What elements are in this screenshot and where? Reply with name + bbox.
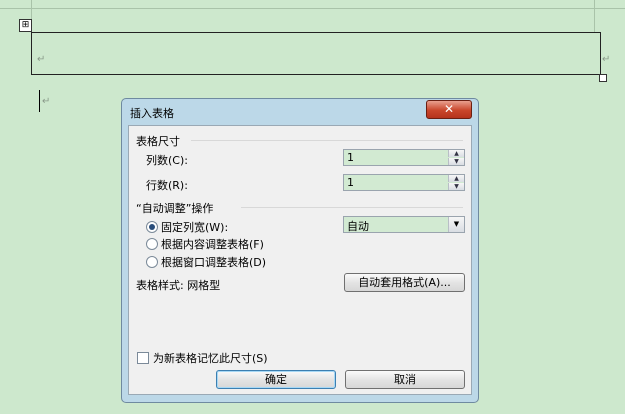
columns-value: 1 <box>347 151 354 164</box>
chevron-down-icon[interactable]: ▼ <box>448 217 464 232</box>
paragraph-mark: ↵ <box>37 54 46 65</box>
remember-size-checkbox[interactable] <box>137 352 149 364</box>
dialog-titlebar[interactable]: 插入表格 ✕ <box>122 99 478 123</box>
margin-guide-top <box>0 8 625 9</box>
paragraph-mark: ↵ <box>42 96 51 107</box>
fit-contents-radio[interactable] <box>146 238 158 250</box>
fit-window-radio[interactable] <box>146 256 158 268</box>
table-move-icon[interactable]: ⊞ <box>19 19 32 32</box>
text-cursor <box>39 90 40 112</box>
fixed-width-value: 自动 <box>347 220 369 233</box>
table-style-label: 表格样式: 网格型 <box>136 279 221 292</box>
fit-window-label[interactable]: 根据窗口调整表格(D) <box>161 254 266 270</box>
rows-spinner[interactable]: 1 ▲ ▼ <box>343 174 465 191</box>
size-group-divider <box>191 140 463 141</box>
autoformat-button[interactable]: 自动套用格式(A)... <box>344 273 465 292</box>
ok-button[interactable]: 确定 <box>216 370 336 389</box>
autofit-group-divider <box>241 207 463 208</box>
spin-down-icon[interactable]: ▼ <box>448 158 464 165</box>
fixed-width-combo[interactable]: 自动 ▼ <box>343 216 465 233</box>
cancel-button[interactable]: 取消 <box>345 370 465 389</box>
row-end-mark: ↵ <box>602 54 611 65</box>
columns-spinner[interactable]: 1 ▲ ▼ <box>343 149 465 166</box>
insert-table-dialog: 插入表格 ✕ 表格尺寸 列数(C): 1 ▲ ▼ 行数(R): 1 ▲ ▼ “自… <box>121 98 479 403</box>
document-table[interactable] <box>31 32 601 75</box>
dialog-title: 插入表格 <box>130 107 174 120</box>
fixed-width-radio[interactable] <box>146 221 158 233</box>
margin-guide-right <box>594 0 595 32</box>
spin-up-icon[interactable]: ▲ <box>448 175 464 182</box>
close-icon: ✕ <box>443 102 455 116</box>
columns-label: 列数(C): <box>146 154 188 167</box>
rows-label: 行数(R): <box>146 179 188 192</box>
dialog-body: 表格尺寸 列数(C): 1 ▲ ▼ 行数(R): 1 ▲ ▼ “自动调整”操作 … <box>128 125 472 395</box>
fixed-width-label[interactable]: 固定列宽(W): <box>161 219 228 235</box>
spin-down-icon[interactable]: ▼ <box>448 183 464 190</box>
spin-up-icon[interactable]: ▲ <box>448 150 464 157</box>
size-group-label: 表格尺寸 <box>136 135 180 148</box>
table-resize-handle[interactable] <box>599 74 607 82</box>
remember-size-label[interactable]: 为新表格记忆此尺寸(S) <box>153 350 268 366</box>
rows-value: 1 <box>347 176 354 189</box>
close-button[interactable]: ✕ <box>426 100 472 119</box>
fit-contents-label[interactable]: 根据内容调整表格(F) <box>161 236 264 252</box>
autofit-group-label: “自动调整”操作 <box>136 202 214 215</box>
